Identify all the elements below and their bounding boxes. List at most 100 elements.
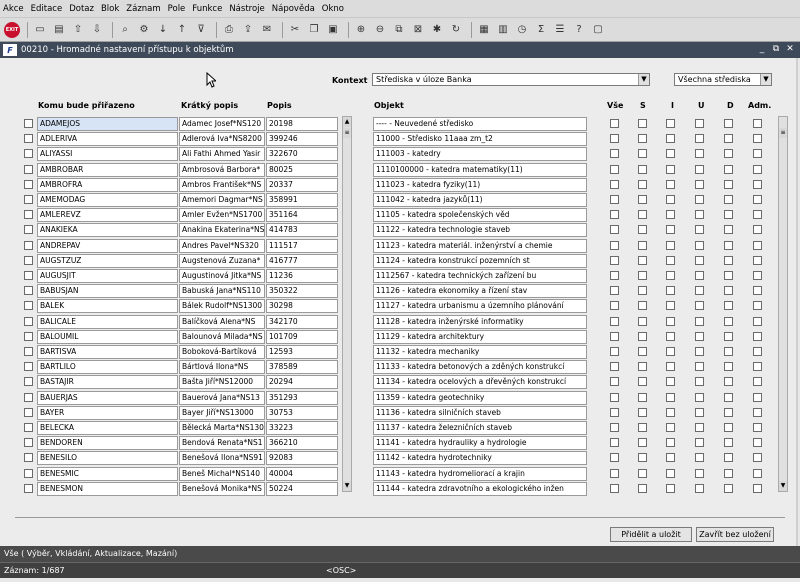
new-record-icon[interactable]: ⊕ [353,22,369,38]
kratky-popis-field[interactable]: Bašta Jiří*NS12000 [179,375,265,390]
kratky-popis-field[interactable]: Augustinová Jitka*NS [179,269,265,283]
kratky-popis-field[interactable]: Boboková-Bartíková [179,345,265,359]
permission-vse-checkbox[interactable] [610,210,619,220]
permission-u-checkbox[interactable] [695,210,704,220]
komu-field[interactable]: BABUSJAN [37,284,178,299]
row-select-checkbox[interactable] [24,407,33,417]
permission-adm-checkbox[interactable] [753,255,762,265]
permission-adm-checkbox[interactable] [753,225,762,235]
permission-vse-checkbox[interactable] [610,347,619,356]
komu-field[interactable]: ADLERIVA [37,132,178,147]
menu-item[interactable]: Dotaz [69,4,94,14]
settings-icon[interactable]: ✱ [429,22,445,38]
permission-adm-checkbox[interactable] [753,195,762,204]
permission-adm-checkbox[interactable] [753,331,762,341]
permission-i-checkbox[interactable] [666,301,675,311]
permission-i-checkbox[interactable] [666,134,675,144]
objekt-field[interactable]: 11143 - katedra hydromeliorací a krajin [373,466,587,481]
permission-d-checkbox[interactable] [724,347,733,356]
permission-vse-checkbox[interactable] [610,149,619,159]
permission-i-checkbox[interactable] [666,225,675,235]
popis-field[interactable]: 11236 [266,269,338,283]
help-icon[interactable]: ? [571,22,587,38]
permission-s-checkbox[interactable] [638,225,647,235]
permission-u-checkbox[interactable] [695,331,704,341]
popis-field[interactable]: 92083 [266,451,338,466]
permission-d-checkbox[interactable] [724,195,733,204]
permission-vse-checkbox[interactable] [610,453,619,463]
copy-icon[interactable]: ❐ [306,22,322,38]
objekt-field[interactable]: 111003 - katedry [373,147,587,162]
left-scrollbar[interactable]: ▲ ≡ ▼ [342,116,352,492]
permission-u-checkbox[interactable] [695,240,704,250]
objekt-field[interactable]: 11144 - katedra zdravotního a ekologické… [373,481,587,496]
komu-field[interactable]: BALEK [37,299,178,314]
permission-adm-checkbox[interactable] [753,149,762,159]
row-select-checkbox[interactable] [24,164,33,174]
menu-item[interactable]: Nápověda [272,4,315,14]
popis-field[interactable]: 33223 [266,421,338,435]
komu-field[interactable]: BAUERJAS [37,390,178,405]
row-select-checkbox[interactable] [24,119,33,128]
menu-item[interactable]: Blok [101,4,119,14]
permission-vse-checkbox[interactable] [610,301,619,311]
objekt-field[interactable]: 11127 - katedra urbanismu a územního plá… [373,299,587,314]
objekt-field[interactable]: 11141 - katedra hydrauliky a hydrologie [373,436,587,451]
objekt-field[interactable]: 1110100000 - katedra matematiky(11) [373,162,587,177]
popis-field[interactable]: 30753 [266,405,338,420]
permission-vse-checkbox[interactable] [610,316,619,326]
filter-select[interactable]: Všechna střediska ▼ [674,73,772,86]
permission-s-checkbox[interactable] [638,210,647,220]
permission-u-checkbox[interactable] [695,255,704,265]
komu-field[interactable]: BARTLILO [37,360,178,375]
permission-d-checkbox[interactable] [724,362,733,372]
permission-s-checkbox[interactable] [638,377,647,387]
objekt-field[interactable]: 11126 - katedra ekonomiky a řízení stav [373,284,587,299]
sum-icon[interactable]: Σ [533,22,549,38]
paste-icon[interactable]: ▣ [325,22,341,38]
printer-icon[interactable]: ⎙ [221,22,237,38]
menu-item[interactable]: Akce [3,4,24,14]
popis-field[interactable]: 20337 [266,177,338,192]
kratky-popis-field[interactable]: Beneš Michal*NS140 [179,466,265,481]
kontext-select[interactable]: Střediska v úloze Banka ▼ [372,73,650,86]
permission-s-checkbox[interactable] [638,362,647,372]
popis-field[interactable]: 358991 [266,193,338,207]
permission-d-checkbox[interactable] [724,286,733,296]
permission-vse-checkbox[interactable] [610,255,619,265]
permission-s-checkbox[interactable] [638,347,647,356]
objekt-field[interactable]: 11137 - katedra železničních staveb [373,421,587,435]
kratky-popis-field[interactable]: Bártlová Ilona*NS [179,360,265,375]
row-select-checkbox[interactable] [24,301,33,311]
menu-item[interactable]: Pole [168,4,186,14]
permission-i-checkbox[interactable] [666,407,675,417]
komu-field[interactable]: BENDOREN [37,436,178,451]
row-select-checkbox[interactable] [24,225,33,235]
permission-s-checkbox[interactable] [638,240,647,250]
permission-vse-checkbox[interactable] [610,407,619,417]
permission-vse-checkbox[interactable] [610,225,619,235]
permission-vse-checkbox[interactable] [610,377,619,387]
permission-s-checkbox[interactable] [638,119,647,128]
permission-d-checkbox[interactable] [724,423,733,432]
permission-u-checkbox[interactable] [695,179,704,189]
upload-icon[interactable]: ⇧ [70,22,86,38]
close-icon[interactable]: ✕ [784,43,796,55]
permission-vse-checkbox[interactable] [610,483,619,493]
komu-field[interactable]: AMEMODAG [37,193,178,207]
permission-s-checkbox[interactable] [638,134,647,144]
permission-vse-checkbox[interactable] [610,240,619,250]
mail-icon[interactable]: ✉ [259,22,275,38]
permission-adm-checkbox[interactable] [753,210,762,220]
popis-field[interactable]: 50224 [266,481,338,496]
komu-field[interactable]: AMLEREVZ [37,208,178,223]
permission-s-checkbox[interactable] [638,195,647,204]
komu-field[interactable]: ADAMEJOS [37,117,178,131]
permission-u-checkbox[interactable] [695,195,704,204]
kratky-popis-field[interactable]: Ambros František*NS [179,177,265,192]
permission-adm-checkbox[interactable] [753,362,762,372]
permission-i-checkbox[interactable] [666,286,675,296]
permission-adm-checkbox[interactable] [753,240,762,250]
chart-icon[interactable]: ▦ [476,22,492,38]
objekt-field[interactable]: 11132 - katedra mechaniky [373,345,587,359]
